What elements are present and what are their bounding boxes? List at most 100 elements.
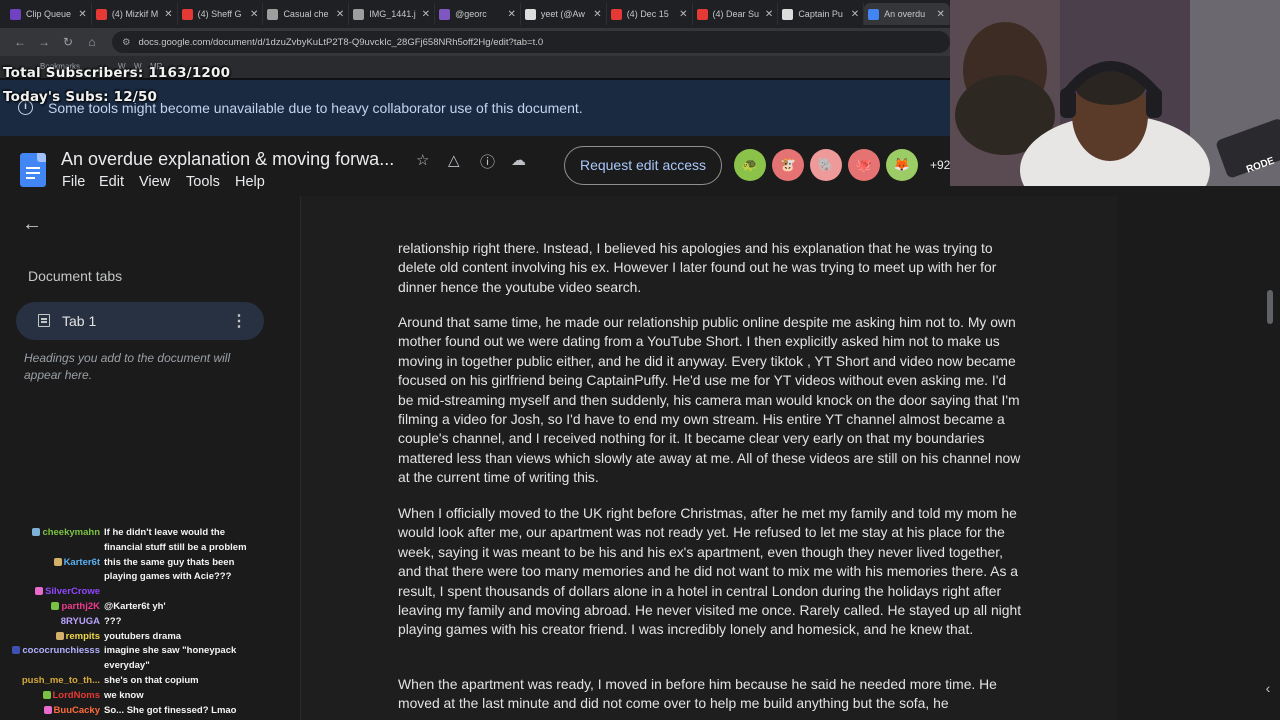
tab-favicon-icon	[181, 8, 193, 20]
tab-favicon-icon	[696, 8, 708, 20]
close-tab-icon[interactable]: ✕	[507, 9, 515, 20]
tab-1[interactable]: Tab 1 ⋮	[16, 302, 264, 340]
document-tab-icon	[38, 314, 50, 327]
chat-text: youtubers drama	[104, 630, 182, 642]
browser-tab[interactable]: Captain Pu ✕	[778, 3, 865, 25]
chat-text: financial stuff still be a problem	[104, 541, 247, 553]
browser-tab-label: (4) Mizkif M	[111, 9, 159, 19]
close-tab-icon[interactable]: ✕	[765, 9, 773, 20]
browser-tab[interactable]: (4) Mizkif M ✕	[92, 3, 178, 25]
chat-message: LordNoms we know	[0, 689, 144, 704]
tab-favicon-icon	[10, 8, 21, 20]
menu-file[interactable]: File	[62, 174, 85, 190]
browser-tab[interactable]: Casual che ✕	[263, 3, 350, 25]
browser-tab[interactable]: @georc ✕	[435, 3, 521, 25]
document-info-icon[interactable]: ⓘ	[480, 151, 495, 172]
collaborator-avatar[interactable]: 🦊	[886, 149, 918, 181]
browser-tab[interactable]: (4) Dear Su ✕	[693, 3, 779, 25]
reload-icon[interactable]: ↻	[56, 35, 80, 49]
forward-nav-icon[interactable]: →	[32, 35, 56, 49]
chat-text: she's on that copium	[104, 675, 199, 686]
chat-text: everyday"	[104, 660, 150, 672]
webcam-feed	[950, 0, 1280, 186]
browser-tab[interactable]: (4) Dec 15 ✕	[607, 3, 693, 25]
star-icon[interactable]: ☆	[416, 151, 429, 169]
menu-view[interactable]: View	[139, 174, 170, 190]
chat-text: If he didn't leave would the	[104, 527, 226, 538]
document-title[interactable]: An overdue explanation & moving forwa...	[61, 149, 394, 170]
google-docs-logo-icon[interactable]	[20, 153, 46, 187]
chat-username: cococrunchiesss	[22, 645, 100, 657]
tab-favicon-icon	[524, 8, 536, 20]
chat-username: cheekymahn	[42, 527, 100, 538]
chat-username: BuuCacky	[53, 704, 100, 716]
chat-badge-icon	[53, 557, 62, 566]
collaborator-avatar[interactable]: 🐘	[810, 149, 842, 181]
close-tab-icon[interactable]: ✕	[679, 9, 687, 20]
chat-text: playing games with Acie???	[104, 571, 232, 583]
close-tab-icon[interactable]: ✕	[593, 9, 601, 20]
browser-tab-strip: Clip Queue ✕ (4) Mizkif M ✕ (4) Sheff G ✕ Casu…	[0, 0, 950, 28]
browser-tab-label: @georc	[455, 9, 487, 19]
collaborator-avatar[interactable]: 🐙	[848, 149, 880, 181]
menu-help[interactable]: Help	[235, 174, 265, 190]
browser-tab[interactable]: yeet (@Aw ✕	[521, 3, 607, 25]
close-tab-icon[interactable]: ✕	[422, 9, 430, 20]
collaborator-avatar[interactable]: 🐮	[772, 149, 804, 181]
chat-badge-icon	[35, 587, 44, 596]
home-icon[interactable]: ⌂	[80, 35, 104, 49]
document-body[interactable]: relationship right there. Instead, I bel…	[300, 196, 1118, 720]
back-nav-icon[interactable]: ←	[8, 35, 32, 49]
menu-edit[interactable]: Edit	[99, 174, 124, 190]
webcam-overlay: RODE	[950, 0, 1280, 186]
browser-tab-label: (4) Dear Su	[712, 9, 760, 19]
tab-favicon-icon	[868, 8, 880, 20]
request-edit-access-button[interactable]: Request edit access	[564, 146, 722, 185]
chat-message: cococrunchiesss imagine she saw "honeypac…	[0, 644, 236, 659]
cloud-status-icon[interactable]: ☁	[511, 151, 526, 169]
browser-tab[interactable]: IMG_1441.j ✕	[349, 3, 436, 25]
chat-username: SilverCrowe	[45, 586, 100, 598]
chat-message: Karter6t this the same guy thats been	[0, 556, 234, 571]
close-tab-icon[interactable]: ✕	[336, 9, 344, 20]
more-options-icon[interactable]: ⋮	[231, 311, 247, 331]
browser-tab[interactable]: An overdu ✕	[864, 3, 950, 25]
browser-tab[interactable]: Clip Queue ✕	[6, 3, 92, 25]
chat-message: 8RYUGA???	[0, 615, 122, 630]
chat-message: financial stuff still be a problem	[0, 541, 247, 556]
chat-badge-icon	[43, 705, 52, 714]
chat-username: 8RYUGA	[60, 615, 100, 627]
browser-tab-label: IMG_1441.j	[369, 9, 416, 19]
chat-message: everyday"	[0, 659, 150, 674]
tab-favicon-icon	[267, 8, 279, 20]
close-tab-icon[interactable]: ✕	[937, 9, 945, 20]
tab-favicon-icon	[95, 8, 107, 20]
more-collaborators-count[interactable]: +92	[930, 158, 950, 172]
chat-text: we know	[104, 689, 144, 701]
document-tabs-heading: Document tabs	[28, 268, 123, 284]
browser-tab-label: An overdu	[884, 9, 926, 19]
close-tab-icon[interactable]: ✕	[164, 9, 172, 20]
close-tab-icon[interactable]: ✕	[250, 9, 258, 20]
browser-tab-label: Clip Queue	[26, 9, 72, 19]
scrollbar-thumb[interactable]	[1267, 290, 1273, 324]
url-text: docs.google.com/document/d/1dzuZvbyKuLtP…	[138, 36, 544, 48]
close-tab-icon[interactable]: ✕	[78, 9, 86, 20]
chevron-left-icon[interactable]: ‹	[1256, 680, 1280, 702]
url-field[interactable]: ⚙ docs.google.com/document/d/1dzuZvbyKuL…	[112, 31, 950, 53]
chat-text: imagine she saw "honeypack	[104, 645, 237, 657]
move-to-drive-icon[interactable]: △	[448, 151, 460, 169]
chat-message: cheekymahn If he didn't leave would the	[0, 526, 225, 541]
outline-hint: Headings you add to the document will ap…	[24, 351, 231, 382]
close-tab-icon[interactable]: ✕	[851, 9, 859, 20]
chat-message: parthj2K @Karter6t yh'	[0, 600, 166, 615]
collaborator-avatar[interactable]: 🐢	[734, 149, 766, 181]
site-info-icon[interactable]: ⚙	[122, 37, 131, 48]
chat-badge-icon	[51, 602, 60, 610]
menu-tools[interactable]: Tools	[186, 174, 220, 190]
back-arrow-icon[interactable]: ←	[22, 213, 42, 236]
browser-tab[interactable]: (4) Sheff G ✕	[178, 3, 264, 25]
chat-username: rempits	[65, 630, 100, 642]
chat-text: this the same guy thats been	[104, 556, 235, 568]
paragraph: When the apartment was ready, I moved in…	[398, 676, 997, 712]
